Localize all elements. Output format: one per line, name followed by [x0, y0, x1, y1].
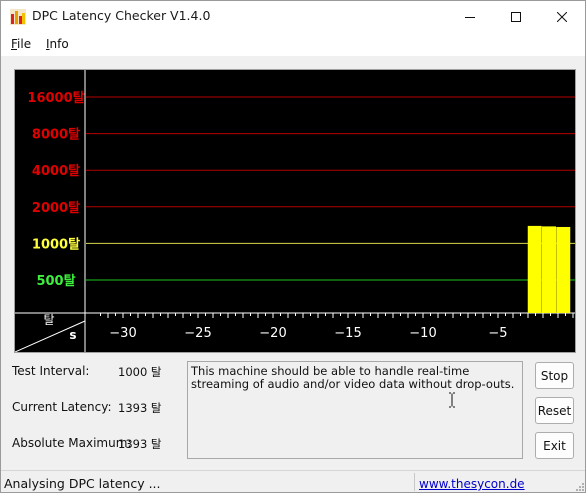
- latency-bar: [542, 226, 556, 313]
- y-tick-label: 1000탈: [32, 237, 80, 252]
- x-tick-label: −10: [409, 326, 436, 341]
- menu-bar: File Info: [1, 32, 585, 56]
- close-icon: [557, 11, 567, 22]
- x-tick-label: −5: [488, 326, 507, 341]
- y-tick-label: 8000탈: [32, 128, 80, 143]
- latency-bar: [527, 225, 542, 313]
- x-tick-label: −30: [109, 326, 136, 341]
- window-title: DPC Latency Checker V1.4.0: [32, 8, 211, 23]
- website-link[interactable]: www.thesycon.de: [419, 477, 525, 491]
- test-interval-label: Test Interval:: [12, 364, 90, 378]
- latency-bar: [556, 226, 571, 313]
- absolute-maximum-label: Absolute Maximum:: [12, 436, 132, 450]
- y-tick-label: 4000탈: [32, 164, 80, 179]
- main-window: DPC Latency Checker V1.4.0 File Info 160…: [0, 0, 586, 493]
- reset-button[interactable]: Reset: [535, 397, 574, 424]
- result-message: This machine should be able to handle re…: [187, 361, 523, 459]
- close-button[interactable]: [539, 1, 585, 32]
- status-divider: [414, 473, 415, 491]
- latency-graph: 16000탈 8000탈 4000탈 2000탈 1000탈 500탈 −30 −25 −20 −…: [15, 70, 575, 352]
- current-latency-value: 1393 탈: [118, 401, 162, 415]
- minimize-button[interactable]: [447, 1, 493, 32]
- menu-file[interactable]: File: [11, 37, 31, 51]
- menu-info-label: nfo: [49, 37, 69, 51]
- maximize-button[interactable]: [493, 1, 539, 32]
- current-latency-label: Current Latency:: [12, 400, 112, 414]
- x-tick-label: −15: [334, 326, 361, 341]
- y-tick-label: 16000탈: [27, 91, 84, 106]
- minimize-icon: [465, 16, 475, 18]
- title-bar[interactable]: DPC Latency Checker V1.4.0: [1, 1, 585, 32]
- exit-button[interactable]: Exit: [535, 432, 574, 459]
- latency-graph-frame: 16000탈 8000탈 4000탈 2000탈 1000탈 500탈 −30 −25 −20 −…: [14, 69, 576, 353]
- resize-grip-icon[interactable]: [574, 481, 584, 491]
- maximize-icon: [511, 11, 521, 22]
- y-tick-label: 500탈: [36, 274, 75, 289]
- x-tick-label: −25: [184, 326, 211, 341]
- status-text: Analysing DPC latency ...: [4, 476, 161, 491]
- corner-unit-y: 탈: [43, 313, 54, 327]
- y-tick-label: 2000탈: [32, 201, 80, 216]
- text-cursor-icon: [449, 392, 455, 408]
- app-icon: [10, 9, 26, 25]
- menu-file-label: ile: [17, 37, 32, 51]
- x-tick-label: −20: [259, 326, 286, 341]
- stop-button[interactable]: Stop: [535, 362, 574, 389]
- status-bar: Analysing DPC latency ... www.thesycon.d…: [1, 470, 585, 492]
- menu-info[interactable]: Info: [46, 37, 69, 51]
- absolute-maximum-value: 1393 탈: [118, 437, 162, 451]
- corner-unit-x: s: [69, 328, 76, 342]
- test-interval-value: 1000 탈: [118, 365, 162, 379]
